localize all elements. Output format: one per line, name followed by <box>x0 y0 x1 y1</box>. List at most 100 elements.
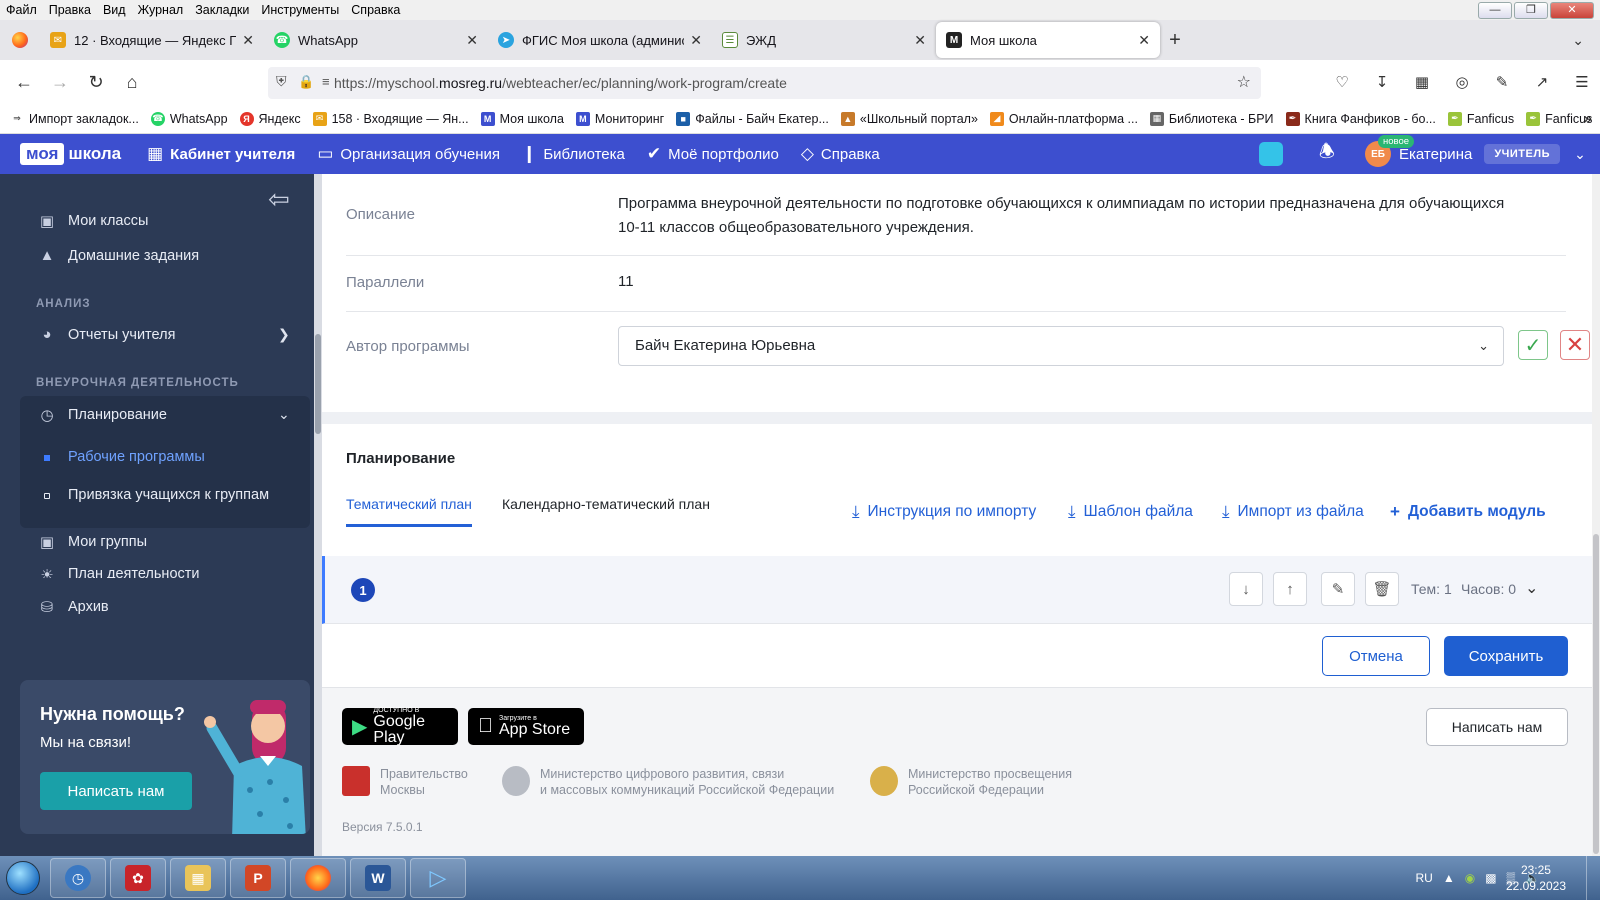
import-from-file-link[interactable]: ⤓ Импорт из файла <box>1222 502 1364 522</box>
close-tab-icon[interactable]: ✕ <box>690 32 702 49</box>
bookmark-item[interactable]: ▲ «Школьный портал» <box>840 111 978 126</box>
bookmark-item[interactable]: ✒ Книга Фанфиков - бо... <box>1285 111 1436 126</box>
close-tab-icon[interactable]: ✕ <box>914 32 926 49</box>
chevron-down-icon[interactable]: ⌄ <box>1560 146 1600 163</box>
app-store-badge[interactable]:  Загрузите вApp Store <box>468 708 584 745</box>
bookmark-star-icon[interactable]: ☆ <box>1237 72 1251 92</box>
org-digital-ministry[interactable]: Министерство цифрового развития, связи и … <box>502 766 834 798</box>
taskbar-powerpoint[interactable]: P <box>230 858 286 898</box>
nav-library[interactable]: ❙ Библиотека <box>522 144 625 164</box>
downloads-icon[interactable]: ↧ <box>1364 66 1400 98</box>
chevron-right-icon[interactable]: ❯ <box>278 326 290 343</box>
bookmark-item[interactable]: ✒ Fanficus <box>1526 111 1592 126</box>
close-tab-icon[interactable]: ✕ <box>1138 32 1150 49</box>
tab-myschool[interactable]: M Моя школа ✕ <box>936 22 1160 58</box>
import-instructions-link[interactable]: ⤓ Инструкция по импорту <box>852 502 1036 522</box>
forward-arrow-icon[interactable]: → <box>42 66 78 98</box>
globe-icon[interactable]: ◎ <box>1444 66 1480 98</box>
sidebar-item-reports[interactable]: ◕ Отчеты учителя <box>38 326 175 343</box>
google-play-badge[interactable]: ▶ ДОСТУПНО В Google Play <box>342 707 458 746</box>
sidebar-item-activity-plan[interactable]: ☀ План деятельности <box>38 566 199 578</box>
lock-icon[interactable]: 🔒 <box>298 74 314 90</box>
confirm-check-button[interactable]: ✓ <box>1518 330 1548 360</box>
tray-expand-icon[interactable]: ▲ <box>1443 871 1455 885</box>
bookmark-item[interactable]: Я Яндекс <box>239 111 301 126</box>
taskbar-clock[interactable]: 23:25 22.09.2023 <box>1506 862 1566 894</box>
address-bar[interactable]: ⛨ 🔒 ≡ https://myschool.mosreg.ru/webteac… <box>268 67 1261 99</box>
org-education-ministry[interactable]: Министерство просвещения Российской Федер… <box>870 766 1072 798</box>
close-tab-icon[interactable]: ✕ <box>466 32 478 49</box>
cancel-x-button[interactable]: ✕ <box>1560 330 1590 360</box>
chevron-down-icon[interactable]: ⌄ <box>278 406 290 423</box>
back-arrow-icon[interactable]: ← <box>6 66 42 98</box>
taskbar-acrobat[interactable]: ✿ <box>110 858 166 898</box>
footer-write-button[interactable]: Написать нам <box>1426 708 1568 746</box>
permissions-icon[interactable]: ≡ <box>322 74 330 89</box>
move-up-button[interactable]: ↑ <box>1273 572 1307 606</box>
menu-history[interactable]: Журнал <box>132 3 190 17</box>
taskbar-word[interactable]: W <box>350 858 406 898</box>
bookmark-item[interactable]: ✒ Fanficus <box>1447 111 1514 126</box>
chat-icon[interactable] <box>1258 142 1283 166</box>
add-module-link[interactable]: + Добавить модуль <box>1390 502 1546 522</box>
tab-yandex-mail[interactable]: ✉ 12 · Входящие — Яндекс Почта ✕ <box>40 22 264 58</box>
file-template-link[interactable]: ⤓ Шаблон файла <box>1068 502 1193 522</box>
nav-portfolio[interactable]: ✔ Моё портфолио <box>647 144 779 164</box>
language-indicator[interactable]: RU <box>1415 871 1432 885</box>
reload-icon[interactable]: ↻ <box>78 66 114 98</box>
pocket-icon[interactable]: ♡ <box>1324 66 1360 98</box>
move-down-button[interactable]: ↓ <box>1229 572 1263 606</box>
myschool-logo[interactable]: моя школа <box>20 143 121 165</box>
edit-pencil-button[interactable]: ✎ <box>1321 572 1355 606</box>
share-icon[interactable]: ↗ <box>1524 66 1560 98</box>
hamburger-menu-icon[interactable]: ☰ <box>1564 66 1600 98</box>
delete-trash-button[interactable]: 🗑 <box>1365 572 1399 606</box>
bookmark-item[interactable]: ◢ Онлайн-платформа ... <box>989 111 1138 126</box>
menu-file[interactable]: Файл <box>0 3 43 17</box>
tab-fgis[interactable]: ➤ ФГИС Моя школа (администр ✕ <box>488 22 712 58</box>
bell-icon[interactable]: 🕭 <box>1319 139 1335 169</box>
home-icon[interactable]: ⌂ <box>114 66 150 98</box>
puzzle-icon[interactable]: ✎ <box>1484 66 1520 98</box>
nav-organization[interactable]: ▭ Организация обучения <box>317 144 500 164</box>
more-bookmarks-icon[interactable]: » <box>1584 110 1592 127</box>
bookmark-item[interactable]: ▦ Библиотека - БРИ <box>1149 111 1274 126</box>
sidebar-item-work-programs[interactable]: Рабочие программы <box>68 449 205 465</box>
bookmark-item[interactable]: ☎ WhatsApp <box>150 111 228 126</box>
taskbar-media-player[interactable]: ▷ <box>410 858 466 898</box>
start-button[interactable] <box>0 856 46 900</box>
taskbar-clock-app[interactable]: ◷ <box>50 858 106 898</box>
extension-icon[interactable]: ▦ <box>1404 66 1440 98</box>
nav-help[interactable]: ◇ Справка <box>801 144 880 164</box>
help-write-button[interactable]: Написать нам <box>40 772 192 810</box>
show-desktop-button[interactable] <box>1586 856 1600 900</box>
role-badge[interactable]: УЧИТЕЛЬ <box>1484 144 1560 164</box>
list-tabs-chevron-icon[interactable]: ⌄ <box>1572 32 1584 49</box>
maximize-button[interactable]: ❐ <box>1514 2 1548 19</box>
sidebar-item-classes[interactable]: ▣ Мои классы <box>38 212 148 230</box>
taskbar-firefox[interactable] <box>290 858 346 898</box>
bookmark-item[interactable]: ✉ 158 · Входящие — Ян... <box>312 111 469 126</box>
bookmark-item[interactable]: ⇒ Импорт закладок... <box>10 112 139 126</box>
collapse-menu-icon[interactable]: ⇦ <box>268 184 290 215</box>
module-row[interactable]: 1 ↓ ↑ ✎ 🗑 Тем: 1 Часов: 0 ⌄ <box>322 556 1592 624</box>
tab-ezhd[interactable]: ☰ ЭЖД ✕ <box>712 22 936 58</box>
bookmark-item[interactable]: M Моя школа <box>480 111 564 126</box>
author-select[interactable]: Байч Екатерина Юрьевна ⌄ <box>618 326 1504 366</box>
user-name[interactable]: Екатерина <box>1399 146 1472 163</box>
bookmark-item[interactable]: M Мониторинг <box>575 111 664 126</box>
close-tab-icon[interactable]: ✕ <box>242 32 254 49</box>
chevron-down-icon[interactable]: ⌄ <box>1525 578 1538 598</box>
network-icon[interactable]: ▩ <box>1485 871 1496 885</box>
menu-view[interactable]: Вид <box>97 3 132 17</box>
tab-calendar-plan[interactable]: Календарно-тематический план <box>502 496 710 512</box>
taskbar-explorer[interactable]: ▦ <box>170 858 226 898</box>
menu-edit[interactable]: Правка <box>43 3 97 17</box>
nav-teacher-cabinet[interactable]: ▦ Кабинет учителя <box>147 144 295 164</box>
close-window-button[interactable]: ✕ <box>1550 2 1594 19</box>
page-scrollbar[interactable] <box>1592 174 1600 856</box>
tracking-shield-icon[interactable]: ⛨ <box>276 73 287 90</box>
tab-whatsapp[interactable]: ☎ WhatsApp ✕ <box>264 22 488 58</box>
sidebar-item-student-groups[interactable]: Привязка учащихся к группам <box>68 487 269 503</box>
sidebar-item-homework[interactable]: ▲ Домашние задания <box>38 247 200 264</box>
